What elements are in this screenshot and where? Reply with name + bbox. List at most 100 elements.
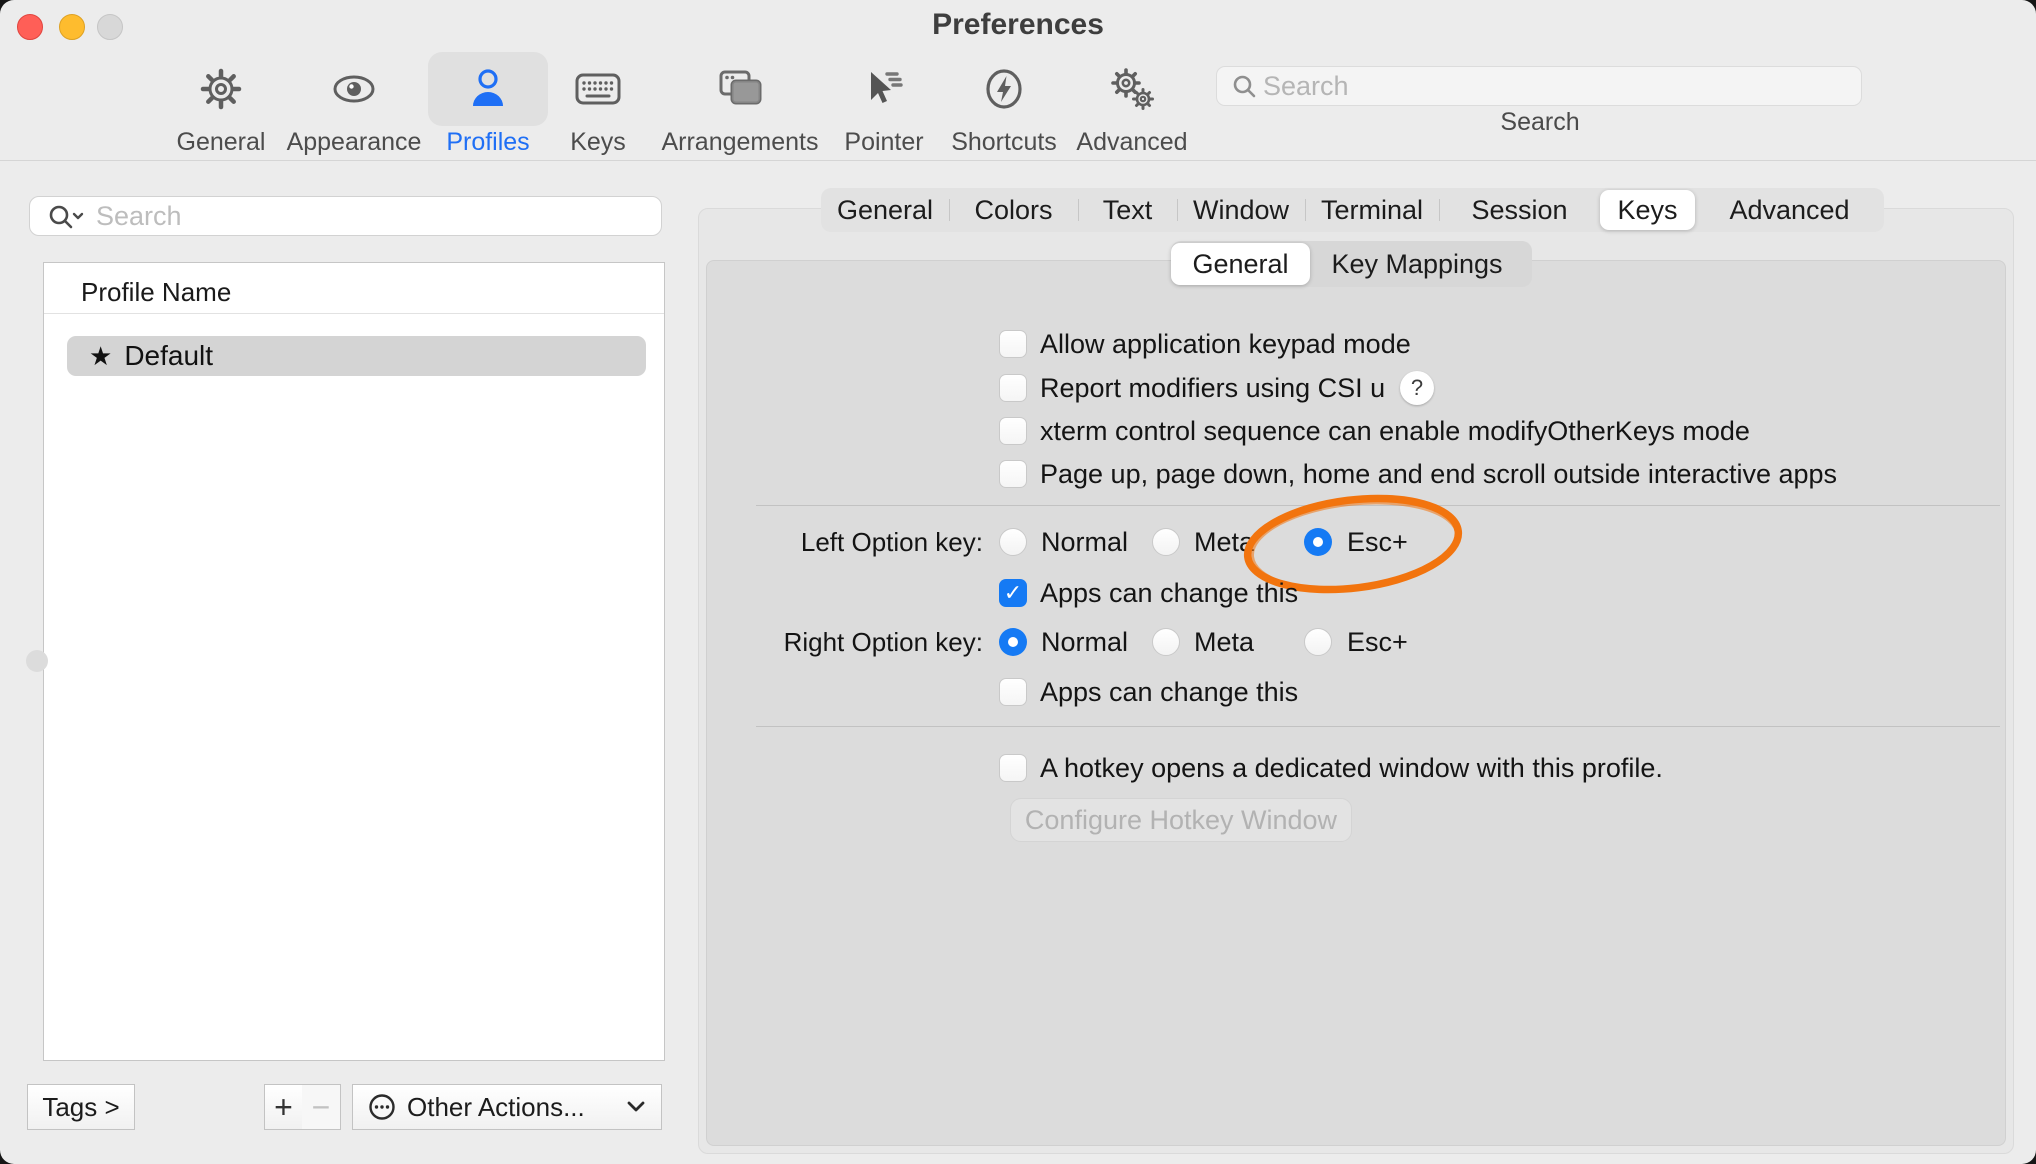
- allow-keypad-label: Allow application keypad mode: [1040, 329, 1411, 360]
- sidebar-resize-dot[interactable]: [26, 650, 48, 672]
- left-option-normal-label: Normal: [1041, 527, 1152, 558]
- minus-icon: −: [312, 1089, 331, 1126]
- toolbar-item-appearance[interactable]: Appearance: [284, 52, 424, 157]
- left-option-label: Left Option key:: [700, 520, 983, 564]
- row-allow-keypad: Allow application keypad mode: [999, 322, 1411, 366]
- tab-terminal[interactable]: Terminal: [1305, 188, 1439, 232]
- hotkey-checkbox[interactable]: [999, 754, 1027, 782]
- allow-keypad-checkbox[interactable]: [999, 330, 1027, 358]
- row-page-scroll: Page up, page down, home and end scroll …: [999, 452, 1837, 496]
- xterm-modify-label: xterm control sequence can enable modify…: [1040, 416, 1750, 447]
- xterm-modify-checkbox[interactable]: [999, 417, 1027, 445]
- tab-advanced[interactable]: Advanced: [1695, 188, 1884, 232]
- left-option-meta-label: Meta: [1194, 527, 1304, 558]
- toolbar-item-pointer[interactable]: Pointer: [829, 52, 939, 157]
- profile-search-input[interactable]: [29, 196, 662, 236]
- help-button[interactable]: ?: [1400, 371, 1434, 405]
- subtab-key-mappings[interactable]: Key Mappings: [1310, 241, 1524, 287]
- toolbar-item-shortcuts[interactable]: Shortcuts: [939, 52, 1069, 157]
- right-option-esc-label: Esc+: [1347, 627, 1408, 658]
- divider: [44, 313, 664, 314]
- apps-change-right-label: Apps can change this: [1040, 677, 1298, 708]
- profile-tabs: General Colors Text Window Terminal Sess…: [821, 188, 1884, 232]
- tab-colors[interactable]: Colors: [949, 188, 1078, 232]
- csi-u-label: Report modifiers using CSI u: [1040, 373, 1385, 404]
- csi-u-checkbox[interactable]: [999, 374, 1027, 402]
- add-profile-button[interactable]: +: [264, 1084, 303, 1130]
- tags-button[interactable]: Tags >: [27, 1084, 135, 1130]
- apps-change-left-label: Apps can change this: [1040, 578, 1298, 609]
- other-actions-label: Other Actions...: [407, 1092, 585, 1123]
- tags-button-label: Tags >: [42, 1092, 119, 1123]
- divider: [756, 726, 2000, 727]
- toolbar-search-caption: Search: [1440, 108, 1640, 137]
- star-icon: ★: [89, 341, 112, 372]
- tab-session[interactable]: Session: [1439, 188, 1600, 232]
- cursor-icon: [861, 66, 907, 112]
- row-apps-change-right: Apps can change this: [999, 670, 1298, 714]
- gear-icon: [198, 66, 244, 112]
- right-option-esc-radio[interactable]: [1304, 628, 1332, 656]
- toolbar-item-general[interactable]: General: [166, 52, 276, 157]
- other-actions-dropdown[interactable]: Other Actions...: [352, 1084, 662, 1130]
- right-option-meta-label: Meta: [1194, 627, 1304, 658]
- right-option-normal-label: Normal: [1041, 627, 1152, 658]
- window-title: Preferences: [0, 8, 2036, 42]
- right-option-radios: Normal Meta Esc+: [999, 620, 1408, 664]
- toolbar-search-input[interactable]: [1216, 66, 1862, 106]
- row-csi-u: Report modifiers using CSI u: [999, 366, 1385, 410]
- left-option-esc-label: Esc+: [1347, 527, 1408, 558]
- toolbar-label: Advanced: [1067, 128, 1197, 157]
- toolbar-label: Appearance: [284, 128, 424, 157]
- gears-icon: [1107, 66, 1157, 112]
- toolbar-divider: [0, 160, 2036, 161]
- left-option-esc-radio[interactable]: [1304, 528, 1332, 556]
- apps-change-right-checkbox[interactable]: [999, 678, 1027, 706]
- circled-ellipsis-icon: [367, 1092, 397, 1122]
- toolbar-item-keys[interactable]: Keys: [543, 52, 653, 157]
- left-option-meta-radio[interactable]: [1152, 528, 1180, 556]
- search-icon: [1232, 74, 1258, 100]
- right-option-meta-radio[interactable]: [1152, 628, 1180, 656]
- profile-row-default[interactable]: ★ Default: [67, 336, 646, 376]
- chevron-down-icon: [627, 1101, 645, 1113]
- divider: [756, 505, 2000, 506]
- preferences-window: Preferences General Appearance: [0, 0, 2036, 1164]
- page-scroll-checkbox[interactable]: [999, 460, 1027, 488]
- eye-icon: [330, 66, 378, 112]
- toolbar-label: Profiles: [428, 128, 548, 157]
- windows-icon: [715, 66, 765, 112]
- page-scroll-label: Page up, page down, home and end scroll …: [1040, 459, 1837, 490]
- toolbar-label: General: [166, 128, 276, 157]
- left-option-normal-radio[interactable]: [999, 528, 1027, 556]
- profile-list: Profile Name ★ Default: [43, 262, 665, 1061]
- right-option-normal-radio[interactable]: [999, 628, 1027, 656]
- keyboard-icon: [573, 66, 623, 112]
- scoped-search-icon[interactable]: [48, 204, 88, 230]
- left-option-radios: Normal Meta Esc+: [999, 520, 1408, 564]
- configure-hotkey-button[interactable]: Configure Hotkey Window: [1010, 798, 1352, 842]
- toolbar-label: Shortcuts: [939, 128, 1069, 157]
- row-xterm-modify: xterm control sequence can enable modify…: [999, 409, 1750, 453]
- apps-change-left-checkbox[interactable]: [999, 579, 1027, 607]
- person-icon: [465, 66, 511, 112]
- subtab-general[interactable]: General: [1171, 243, 1310, 285]
- toolbar-item-advanced[interactable]: Advanced: [1067, 52, 1197, 157]
- tab-keys[interactable]: Keys: [1600, 190, 1695, 230]
- bolt-circle-icon: [981, 66, 1027, 112]
- toolbar-label: Keys: [543, 128, 653, 157]
- keys-subtabs: General Key Mappings: [1171, 241, 1532, 287]
- remove-profile-button[interactable]: −: [302, 1084, 341, 1130]
- tab-general[interactable]: General: [821, 188, 949, 232]
- plus-icon: +: [274, 1089, 293, 1126]
- toolbar-item-arrangements[interactable]: Arrangements: [650, 52, 830, 157]
- profile-list-column-header: Profile Name: [81, 277, 231, 308]
- toolbar-item-profiles[interactable]: Profiles: [428, 52, 548, 157]
- hotkey-label: A hotkey opens a dedicated window with t…: [1040, 753, 1663, 784]
- profile-name: Default: [124, 340, 213, 372]
- tab-text[interactable]: Text: [1078, 188, 1177, 232]
- right-option-label: Right Option key:: [700, 620, 983, 664]
- tab-window[interactable]: Window: [1177, 188, 1305, 232]
- row-apps-change-left: Apps can change this: [999, 571, 1298, 615]
- row-hotkey: A hotkey opens a dedicated window with t…: [999, 746, 1663, 790]
